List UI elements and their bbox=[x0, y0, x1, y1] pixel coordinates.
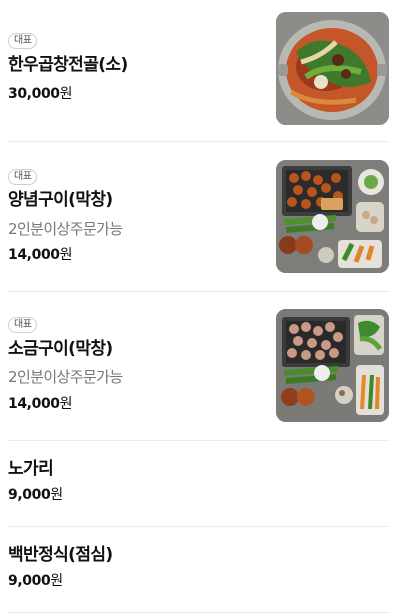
menu-item-price: 14,000원 bbox=[8, 247, 73, 263]
menu-item-name: 양념구이(막창) bbox=[8, 190, 113, 210]
menu-item-name: 한우곱창전골(소) bbox=[8, 55, 128, 75]
menu-item-description: 2인분이상주문가능 bbox=[8, 220, 123, 238]
menu-item[interactable]: 대표 양념구이(막창) 2인분이상주문가능 14,000원 bbox=[8, 142, 389, 292]
menu-item-price: 9,000원 bbox=[8, 573, 63, 589]
menu-item[interactable]: 대표 소금구이(막창) 2인분이상주문가능 14,000원 bbox=[8, 292, 389, 441]
menu-item-price: 14,000원 bbox=[8, 396, 73, 412]
menu-item-name: 소금구이(막창) bbox=[8, 339, 113, 359]
signature-badge: 대표 bbox=[8, 33, 38, 49]
salt-grill-photo[interactable] bbox=[276, 309, 389, 422]
menu-item[interactable]: 노가리 9,000원 bbox=[8, 441, 389, 527]
menu-list: 대표 한우곱창전골(소) 30,000원 대표 양념구이(막창) 2인분이상주문… bbox=[8, 0, 389, 613]
menu-item-price: 9,000원 bbox=[8, 487, 63, 503]
signature-badge: 대표 bbox=[8, 317, 38, 333]
menu-item-name: 백반정식(점심) bbox=[8, 545, 113, 565]
hot-pot-photo[interactable] bbox=[276, 12, 389, 125]
menu-item-name: 노가리 bbox=[8, 459, 54, 479]
menu-item[interactable]: 백반정식(점심) 9,000원 bbox=[8, 527, 389, 613]
menu-item-description: 2인분이상주문가능 bbox=[8, 368, 123, 386]
menu-item[interactable]: 대표 한우곱창전골(소) 30,000원 bbox=[8, 0, 389, 142]
marinated-grill-photo[interactable] bbox=[276, 160, 389, 273]
signature-badge: 대표 bbox=[8, 169, 38, 185]
menu-item-price: 30,000원 bbox=[8, 86, 73, 102]
